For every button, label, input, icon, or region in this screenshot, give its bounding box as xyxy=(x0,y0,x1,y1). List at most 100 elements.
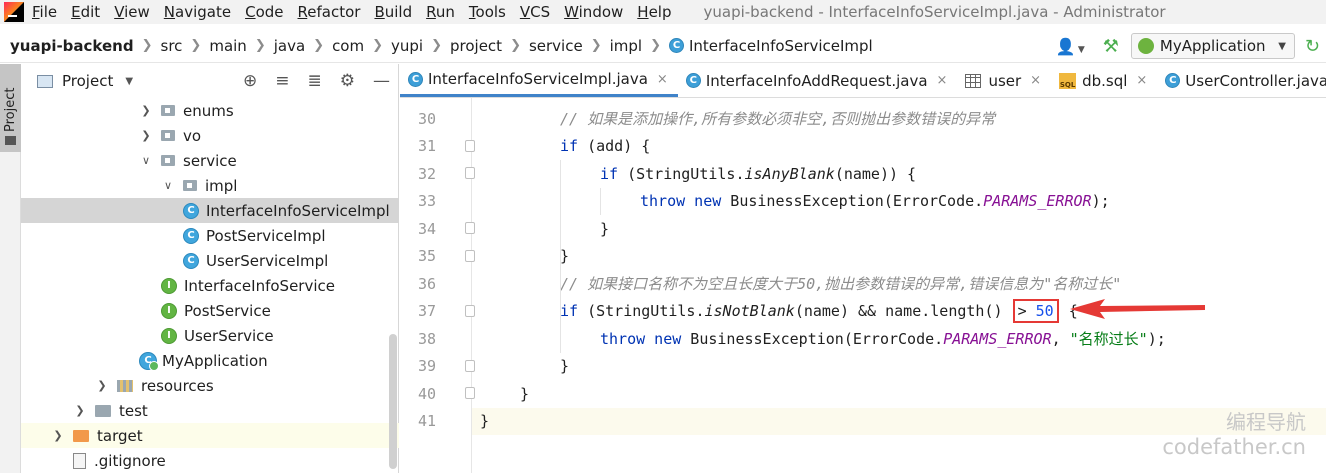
breadcrumb-item[interactable]: main ❯ xyxy=(209,37,273,55)
tree-item-userserviceimpl[interactable]: C UserServiceImpl xyxy=(21,248,399,273)
chevron-right-icon[interactable]: ❯ xyxy=(95,379,109,392)
locate-icon[interactable]: ⊕ xyxy=(243,71,257,91)
code-token: ); xyxy=(1091,192,1110,210)
tree-item-enums[interactable]: ❯ enums xyxy=(21,98,399,123)
code-line[interactable]: 40} xyxy=(418,380,1326,407)
code-content: if (StringUtils.isNotBlank(name) && name… xyxy=(560,299,1078,323)
project-window-icon xyxy=(37,74,53,88)
chevron-right-icon[interactable]: ❯ xyxy=(73,404,87,417)
tree-item-myapplication[interactable]: C MyApplication xyxy=(21,348,399,373)
code-line[interactable]: 32 if (StringUtils.isAnyBlank(name)) { xyxy=(418,160,1326,187)
chevron-right-icon[interactable]: ❯ xyxy=(139,129,153,142)
tree-item-interfaceinfoserviceimpl[interactable]: C InterfaceInfoServiceImpl xyxy=(21,198,399,223)
code-line[interactable]: 39} xyxy=(418,353,1326,380)
project-tool-window-tab[interactable]: Project xyxy=(0,64,21,152)
code-line[interactable]: 36 // 如果接口名称不为空且长度大于50,抛出参数错误的异常,错误信息为"名称… xyxy=(418,270,1326,297)
tree-item-label: PostServiceImpl xyxy=(206,226,326,245)
close-icon[interactable]: × xyxy=(937,73,948,88)
code-token: if xyxy=(560,302,579,320)
tree-item-interfaceinfoservice[interactable]: I InterfaceInfoService xyxy=(21,273,399,298)
hide-icon[interactable]: — xyxy=(373,71,390,91)
tree-scrollbar[interactable] xyxy=(389,334,397,469)
menu-help[interactable]: Help xyxy=(637,3,671,21)
chevron-right-icon[interactable]: ❯ xyxy=(51,429,65,442)
menu-tools[interactable]: Tools xyxy=(469,3,506,21)
tab-interfaceinfoserviceimpljava[interactable]: C InterfaceInfoServiceImpl.java × xyxy=(400,64,678,97)
fold-marker-icon[interactable] xyxy=(465,222,475,234)
code-line[interactable]: 30 // 如果是添加操作,所有参数必须非空,否则抛出参数错误的异常 xyxy=(418,105,1326,132)
user-icon[interactable]: 👤 ▼ xyxy=(1056,37,1085,56)
build-hammer-icon[interactable]: ⚒ xyxy=(1103,36,1119,57)
menu-edit[interactable]: Edit xyxy=(71,3,100,21)
menu-file[interactable]: File xyxy=(32,3,57,21)
tree-item-postserviceimpl[interactable]: C PostServiceImpl xyxy=(21,223,399,248)
breadcrumb-item[interactable]: impl ❯ xyxy=(610,37,669,55)
menu-refactor[interactable]: Refactor xyxy=(298,3,361,21)
menu-navigate[interactable]: Navigate xyxy=(164,3,231,21)
tab-usercontrollerjava[interactable]: CUserController.java× xyxy=(1157,64,1326,97)
menu-items: File Edit View Navigate Code Refactor Build Run… xyxy=(32,3,686,21)
close-icon[interactable]: × xyxy=(1030,73,1041,88)
refresh-icon[interactable]: ↻ xyxy=(1305,36,1320,57)
menu-window[interactable]: Window xyxy=(564,3,623,21)
fold-marker-icon[interactable] xyxy=(465,139,475,152)
tab-label: user xyxy=(988,71,1022,90)
tree-item-label: UserServiceImpl xyxy=(206,251,329,270)
tree-item-gitignore[interactable]: .gitignore xyxy=(21,448,399,473)
chevron-down-icon[interactable]: ∨ xyxy=(139,154,153,167)
line-number: 30 xyxy=(417,109,436,128)
close-icon[interactable]: × xyxy=(1136,73,1147,88)
settings-icon[interactable]: ⚙ xyxy=(340,71,355,91)
tree-item-service[interactable]: ∨ service xyxy=(21,148,399,173)
tree-item-test[interactable]: ❯ test xyxy=(21,398,399,423)
code-line[interactable]: 31 if (add) { xyxy=(418,133,1326,160)
tree-item-label: test xyxy=(119,401,148,420)
tree-item-resources[interactable]: ❯ resources xyxy=(21,373,399,398)
menu-build[interactable]: Build xyxy=(374,3,412,21)
chevron-right-icon[interactable]: ❯ xyxy=(139,104,153,117)
tree-item-impl[interactable]: ∨ impl xyxy=(21,173,399,198)
run-configuration-select[interactable]: MyApplication ▼ xyxy=(1130,33,1295,59)
fold-marker-icon[interactable] xyxy=(465,249,475,262)
spring-boot-icon xyxy=(1137,38,1154,54)
tree-item-target[interactable]: ❯ target xyxy=(21,423,399,448)
fold-marker-icon[interactable] xyxy=(465,167,475,179)
breadcrumb-item[interactable]: yupi ❯ xyxy=(391,37,450,55)
fold-marker-icon[interactable] xyxy=(465,304,475,317)
fold-marker-icon[interactable] xyxy=(465,359,475,372)
menu-code[interactable]: Code xyxy=(245,3,283,21)
breadcrumb-item[interactable]: service ❯ xyxy=(529,37,610,55)
code-line[interactable]: 41} xyxy=(418,407,1326,435)
menu-view[interactable]: View xyxy=(114,3,150,21)
tree-item-userservice[interactable]: I UserService xyxy=(21,323,399,348)
breadcrumb-item[interactable]: java ❯ xyxy=(274,37,332,55)
code-area[interactable]: 30 // 如果是添加操作,所有参数必须非空,否则抛出参数错误的异常 31 if (a… xyxy=(418,98,1326,473)
tab-user[interactable]: user × xyxy=(957,64,1051,97)
breadcrumb-item[interactable]: yuapi-backend ❯ xyxy=(10,37,161,55)
breadcrumb-item[interactable]: com ❯ xyxy=(332,37,391,55)
menu-vcs[interactable]: VCS xyxy=(520,3,550,21)
chevron-down-icon[interactable]: ∨ xyxy=(161,179,175,192)
tab-dbsql[interactable]: SQL db.sql × xyxy=(1051,64,1157,97)
collapse-all-icon[interactable]: ≣ xyxy=(308,71,322,91)
tab-interfaceinfoaddrequestjava[interactable]: C InterfaceInfoAddRequest.java × xyxy=(678,64,958,97)
code-line[interactable]: 35} xyxy=(418,243,1326,270)
breadcrumb-item[interactable]: C InterfaceInfoServiceImpl xyxy=(668,37,873,55)
code-line[interactable]: 34} xyxy=(418,215,1326,242)
menu-run[interactable]: Run xyxy=(426,3,455,21)
watermark-url: codefather.cn xyxy=(1162,435,1306,459)
project-panel-title[interactable]: Project xyxy=(62,72,113,90)
breadcrumb-item[interactable]: src ❯ xyxy=(161,37,210,55)
tree-item-label: impl xyxy=(205,176,238,195)
tree-item-postservice[interactable]: I PostService xyxy=(21,298,399,323)
fold-marker-icon[interactable] xyxy=(465,387,475,399)
intellij-logo-icon[interactable] xyxy=(4,2,24,22)
expand-all-icon[interactable]: ≡ xyxy=(275,71,289,91)
breadcrumb-item[interactable]: project ❯ xyxy=(450,37,529,55)
code-editor[interactable]: 30 // 如果是添加操作,所有参数必须非空,否则抛出参数错误的异常 31 if (a… xyxy=(400,98,1326,473)
close-icon[interactable]: × xyxy=(657,72,668,87)
code-line[interactable]: 38 throw new BusinessException(ErrorCode.… xyxy=(418,325,1326,352)
chevron-right-icon: ❯ xyxy=(650,38,661,53)
tree-item-vo[interactable]: ❯ vo xyxy=(21,123,399,148)
chevron-down-icon[interactable]: ▼ xyxy=(125,76,133,87)
